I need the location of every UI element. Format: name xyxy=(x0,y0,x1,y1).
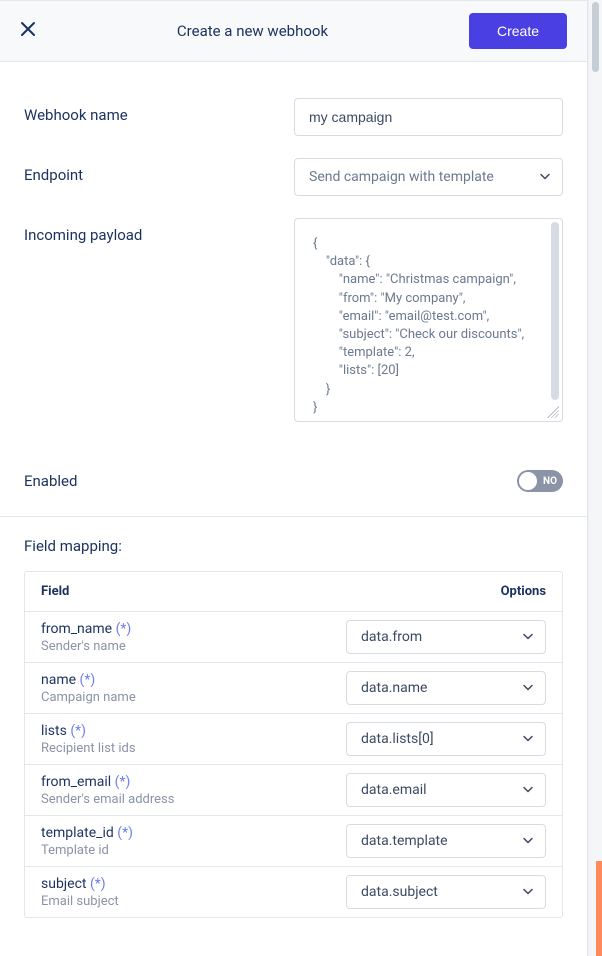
mapping-field-cell: from_name (*) Sender's name xyxy=(41,621,346,654)
mapping-field-desc: Template id xyxy=(41,843,346,858)
mapping-field-desc: Campaign name xyxy=(41,690,346,705)
mapping-value-display: data.subject xyxy=(346,875,546,909)
mapping-value-select[interactable]: data.lists[0] xyxy=(346,722,546,756)
mapping-field-name: name (*) xyxy=(41,672,346,688)
table-row: from_email (*) Sender's email addressdata… xyxy=(25,765,562,816)
mapping-field-name: subject (*) xyxy=(41,876,346,892)
required-marker: (*) xyxy=(117,825,133,841)
required-marker: (*) xyxy=(70,723,86,739)
mapping-value-select[interactable]: data.name xyxy=(346,671,546,705)
enabled-toggle[interactable]: NO xyxy=(517,470,563,492)
webhook-name-label: Webhook name xyxy=(24,98,294,124)
mapping-field-name: template_id (*) xyxy=(41,825,346,841)
required-marker: (*) xyxy=(90,876,106,892)
page-scrollbar-thumb[interactable] xyxy=(592,2,599,72)
mapping-value-display: data.email xyxy=(346,773,546,807)
enabled-toggle-text: NO xyxy=(543,476,557,487)
mapping-field-desc: Sender's name xyxy=(41,639,346,654)
col-header-field: Field xyxy=(41,584,346,599)
endpoint-select-value: Send campaign with template xyxy=(294,158,563,196)
page-scrollbar-track[interactable] xyxy=(588,0,602,956)
mapping-field-name: lists (*) xyxy=(41,723,346,739)
mapping-value-display: data.lists[0] xyxy=(346,722,546,756)
mapping-value-select[interactable]: data.subject xyxy=(346,875,546,909)
table-row: name (*) Campaign namedata.name xyxy=(25,663,562,714)
table-row: template_id (*) Template iddata.template xyxy=(25,816,562,867)
endpoint-label: Endpoint xyxy=(24,158,294,184)
toggle-knob xyxy=(519,472,537,490)
table-row: lists (*) Recipient list idsdata.lists[0] xyxy=(25,714,562,765)
mapping-table: Field Options from_name (*) Sender's name… xyxy=(24,571,563,918)
mapping-value-display: data.name xyxy=(346,671,546,705)
required-marker: (*) xyxy=(115,774,131,790)
col-header-options: Options xyxy=(346,584,546,599)
mapping-field-cell: lists (*) Recipient list ids xyxy=(41,723,346,756)
mapping-title: Field mapping: xyxy=(24,537,563,555)
resize-handle-icon[interactable] xyxy=(547,406,559,418)
mapping-field-cell: template_id (*) Template id xyxy=(41,825,346,858)
mapping-value-display: data.from xyxy=(346,620,546,654)
page-title: Create a new webhook xyxy=(36,22,469,40)
mapping-value-select[interactable]: data.template xyxy=(346,824,546,858)
enabled-label: Enabled xyxy=(24,472,77,490)
payload-label: Incoming payload xyxy=(24,218,294,244)
mapping-field-cell: name (*) Campaign name xyxy=(41,672,346,705)
payload-scrollbar[interactable] xyxy=(551,222,559,400)
endpoint-select[interactable]: Send campaign with template xyxy=(294,158,563,196)
close-icon[interactable] xyxy=(20,21,36,41)
header: Create a new webhook Create xyxy=(0,0,587,62)
mapping-value-select[interactable]: data.from xyxy=(346,620,546,654)
payload-textarea[interactable]: { "data": { "name": "Christmas campaign"… xyxy=(294,218,563,422)
mapping-field-desc: Email subject xyxy=(41,894,346,909)
table-row: from_name (*) Sender's namedata.from xyxy=(25,612,562,663)
required-marker: (*) xyxy=(116,621,132,637)
mapping-field-desc: Sender's email address xyxy=(41,792,346,807)
table-row: subject (*) Email subjectdata.subject xyxy=(25,867,562,917)
mapping-field-name: from_email (*) xyxy=(41,774,346,790)
webhook-name-input[interactable] xyxy=(294,98,563,136)
required-marker: (*) xyxy=(80,672,96,688)
mapping-field-desc: Recipient list ids xyxy=(41,741,346,756)
scroll-accent-indicator xyxy=(596,861,602,956)
mapping-value-display: data.template xyxy=(346,824,546,858)
mapping-value-select[interactable]: data.email xyxy=(346,773,546,807)
mapping-field-cell: subject (*) Email subject xyxy=(41,876,346,909)
mapping-field-name: from_name (*) xyxy=(41,621,346,637)
create-button[interactable]: Create xyxy=(469,13,567,49)
mapping-field-cell: from_email (*) Sender's email address xyxy=(41,774,346,807)
